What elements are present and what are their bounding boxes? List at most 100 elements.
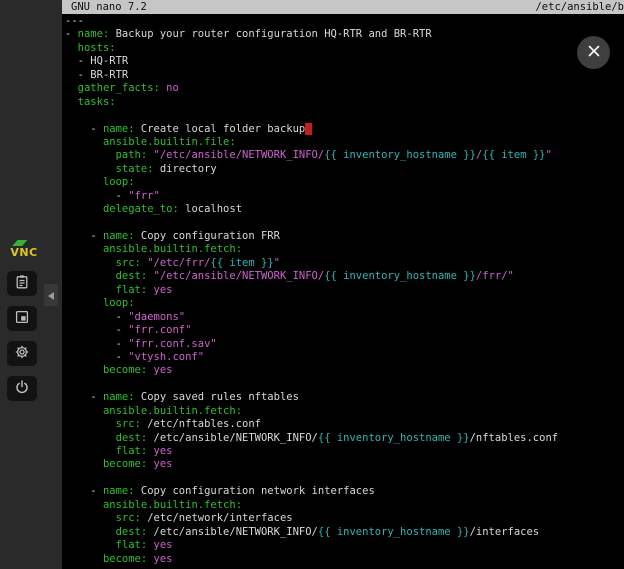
code-line[interactable]: ansible.builtin.fetch:	[65, 499, 624, 512]
novnc-logo: VNC	[10, 240, 37, 259]
code-segment: yes	[154, 445, 173, 457]
code-segment: "	[274, 257, 280, 269]
code-segment: flat:	[116, 445, 148, 457]
code-segment: -	[65, 391, 103, 403]
code-segment: name:	[103, 391, 135, 403]
code-segment	[65, 458, 103, 470]
code-line[interactable]: - "vtysh.conf"	[65, 351, 624, 364]
code-line[interactable]: ---	[65, 15, 624, 28]
code-segment	[65, 149, 116, 161]
code-line[interactable]: become: yes	[65, 553, 624, 566]
code-line[interactable]	[65, 378, 624, 391]
close-button[interactable]	[577, 36, 610, 69]
code-line[interactable]: flat: yes	[65, 284, 624, 297]
code-line[interactable]: hosts:	[65, 42, 624, 55]
code-line[interactable]: - name: Create local folder backup	[65, 123, 624, 136]
code-segment	[65, 418, 116, 430]
code-line[interactable]: ansible.builtin.fetch:	[65, 405, 624, 418]
code-segment: {{ item }}	[482, 149, 545, 161]
code-line[interactable]: flat: yes	[65, 445, 624, 458]
nano-version: GNU nano 7.2	[71, 0, 147, 14]
code-segment: yes	[154, 458, 173, 470]
code-segment: yes	[154, 539, 173, 551]
code-segment: loop:	[103, 297, 135, 309]
code-segment: yes	[154, 364, 173, 376]
code-segment: src:	[116, 418, 141, 430]
code-segment	[65, 499, 103, 511]
code-segment: name:	[103, 230, 135, 242]
code-line[interactable]: - "frr.conf"	[65, 324, 624, 337]
code-line[interactable]: - name: Copy configuration network inter…	[65, 485, 624, 498]
code-line[interactable]: gather_facts: no	[65, 82, 624, 95]
code-segment	[65, 364, 103, 376]
settings-button[interactable]	[7, 341, 37, 366]
code-line[interactable]	[65, 472, 624, 485]
code-segment	[65, 176, 103, 188]
code-line[interactable]: path: "/etc/ansible/NETWORK_INFO/{{ inve…	[65, 149, 624, 162]
code-segment: {{ inventory_hostname }}	[324, 149, 476, 161]
code-line[interactable]: become: yes	[65, 458, 624, 471]
power-button[interactable]	[7, 376, 37, 401]
code-segment: - HQ-RTR	[65, 55, 128, 67]
code-segment: /nftables.conf	[470, 432, 559, 444]
code-line[interactable]: loop:	[65, 297, 624, 310]
terminal[interactable]: GNU nano 7.2 /etc/ansible/b ---- name: B…	[62, 0, 624, 569]
code-segment: -	[65, 324, 128, 336]
code-segment: ansible.builtin.fetch:	[103, 243, 242, 255]
control-bar-handle[interactable]	[44, 284, 58, 306]
code-segment: /frr/"	[476, 270, 514, 282]
code-line[interactable]	[65, 217, 624, 230]
code-line[interactable]: state: directory	[65, 163, 624, 176]
code-segment: tasks:	[78, 96, 116, 108]
code-line[interactable]: dest: /etc/ansible/NETWORK_INFO/{{ inven…	[65, 526, 624, 539]
code-line[interactable]: - name: Copy configuration FRR	[65, 230, 624, 243]
code-segment: path:	[116, 149, 148, 161]
code-segment	[65, 96, 78, 108]
editor-content[interactable]: ---- name: Backup your router configurat…	[62, 14, 624, 566]
code-line[interactable]: ansible.builtin.file:	[65, 136, 624, 149]
code-line[interactable]: - "frr"	[65, 190, 624, 203]
code-segment: flat:	[116, 539, 148, 551]
fullscreen-button[interactable]	[7, 306, 37, 331]
code-segment: src:	[116, 257, 141, 269]
fullscreen-icon	[14, 309, 30, 328]
code-line[interactable]: - name: Backup your router configuration…	[65, 28, 624, 41]
code-line[interactable]: ansible.builtin.fetch:	[65, 243, 624, 256]
code-line[interactable]: loop:	[65, 176, 624, 189]
code-line[interactable]: flat: yes	[65, 539, 624, 552]
code-segment: state:	[116, 163, 154, 175]
code-line[interactable]: src: "/etc/frr/{{ item }}"	[65, 257, 624, 270]
code-segment: /etc/network/interfaces	[141, 512, 293, 524]
clipboard-button[interactable]	[7, 271, 37, 296]
code-line[interactable]: - "daemons"	[65, 311, 624, 324]
code-line[interactable]: - "frr.conf.sav"	[65, 338, 624, 351]
code-segment: ansible.builtin.file:	[103, 136, 236, 148]
code-segment: -	[65, 485, 103, 497]
code-line[interactable]: tasks:	[65, 96, 624, 109]
code-line[interactable]: become: yes	[65, 364, 624, 377]
power-icon	[14, 379, 30, 398]
code-segment: -	[65, 230, 103, 242]
code-segment: - BR-RTR	[65, 69, 128, 81]
code-segment: no	[166, 82, 179, 94]
code-segment: name:	[78, 28, 110, 40]
gear-icon	[14, 344, 30, 363]
code-line[interactable]	[65, 109, 624, 122]
code-line[interactable]: - name: Copy saved rules nftables	[65, 391, 624, 404]
code-line[interactable]: src: /etc/nftables.conf	[65, 418, 624, 431]
code-segment	[65, 257, 116, 269]
code-segment: "/etc/frr/	[147, 257, 210, 269]
code-segment: "daemons"	[128, 311, 185, 323]
code-line[interactable]: delegate_to: localhost	[65, 203, 624, 216]
code-segment: -	[65, 190, 128, 202]
code-line[interactable]: dest: /etc/ansible/NETWORK_INFO/{{ inven…	[65, 432, 624, 445]
code-line[interactable]: src: /etc/network/interfaces	[65, 512, 624, 525]
code-segment: Create local folder backup	[135, 123, 306, 135]
code-segment	[65, 42, 78, 54]
code-segment: ansible.builtin.fetch:	[103, 405, 242, 417]
vnc-viewport: VNC	[0, 0, 624, 569]
code-segment: {{ inventory_hostname }}	[318, 526, 470, 538]
code-line[interactable]: - BR-RTR	[65, 69, 624, 82]
code-line[interactable]: - HQ-RTR	[65, 55, 624, 68]
code-line[interactable]: dest: "/etc/ansible/NETWORK_INFO/{{ inve…	[65, 270, 624, 283]
